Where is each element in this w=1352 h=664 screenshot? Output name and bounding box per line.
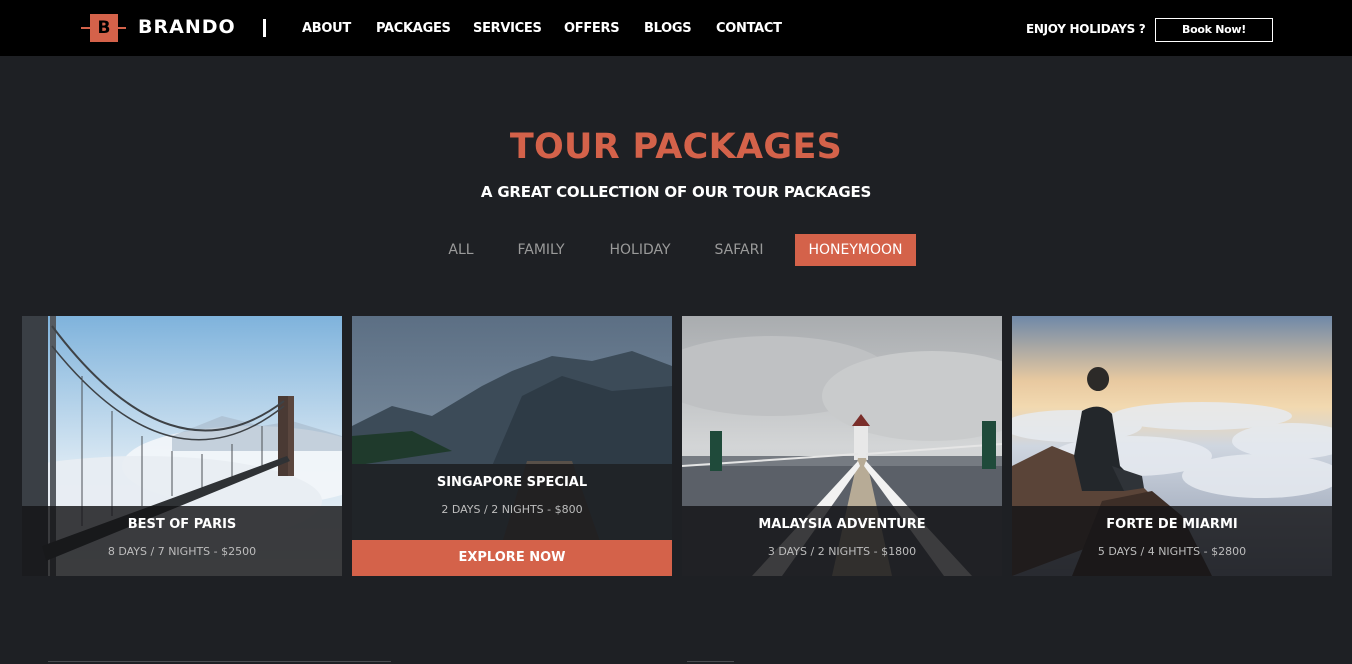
- logo-mark[interactable]: B: [90, 14, 118, 42]
- footer-divider-right: [687, 661, 734, 662]
- nav-link-offers[interactable]: OFFERS: [564, 21, 620, 36]
- explore-now-button[interactable]: EXPLORE NOW: [352, 540, 672, 576]
- package-name: FORTE DE MIARMI: [1106, 517, 1238, 532]
- nav-link-contact[interactable]: CONTACT: [716, 21, 782, 36]
- brand-divider: [263, 19, 266, 37]
- book-now-button[interactable]: Book Now!: [1155, 18, 1273, 42]
- card-caption: MALAYSIA ADVENTURE 3 DAYS / 2 NIGHTS - $…: [682, 506, 1002, 576]
- card-caption: FORTE DE MIARMI 5 DAYS / 4 NIGHTS - $280…: [1012, 506, 1332, 576]
- logo-line-right: [118, 27, 126, 29]
- nav-link-packages[interactable]: PACKAGES: [376, 21, 451, 36]
- package-card-singapore[interactable]: SINGAPORE SPECIAL 2 DAYS / 2 NIGHTS - $8…: [352, 316, 672, 576]
- nav-link-blogs[interactable]: BLOGS: [644, 21, 692, 36]
- nav-tagline: ENJOY HOLIDAYS ?: [1026, 22, 1146, 36]
- package-card-miarmi[interactable]: FORTE DE MIARMI 5 DAYS / 4 NIGHTS - $280…: [1012, 316, 1332, 576]
- package-name: BEST OF PARIS: [127, 517, 237, 532]
- package-details: 5 DAYS / 4 NIGHTS - $2800: [1097, 545, 1247, 558]
- filter-safari[interactable]: SAFARI: [706, 234, 772, 266]
- section-subtitle: A GREAT COLLECTION OF OUR TOUR PACKAGES: [480, 183, 872, 201]
- nav-link-about[interactable]: ABOUT: [302, 21, 351, 36]
- nav-link-services[interactable]: SERVICES: [473, 21, 542, 36]
- filter-honeymoon[interactable]: HONEYMOON: [795, 234, 916, 266]
- brand-name[interactable]: BRANDO: [138, 16, 236, 38]
- package-name: SINGAPORE SPECIAL: [436, 475, 588, 490]
- section-title: TOUR PACKAGES: [509, 127, 843, 167]
- logo-line-left: [81, 27, 90, 29]
- filter-holiday[interactable]: HOLIDAY: [600, 234, 680, 266]
- footer-divider-left: [48, 661, 391, 662]
- top-navbar: B BRANDO ABOUT PACKAGES SERVICES OFFERS …: [0, 0, 1352, 56]
- package-details: 3 DAYS / 2 NIGHTS - $1800: [767, 545, 917, 558]
- package-card-paris[interactable]: BEST OF PARIS 8 DAYS / 7 NIGHTS - $2500: [22, 316, 342, 576]
- package-name: MALAYSIA ADVENTURE: [758, 517, 926, 532]
- package-card-malaysia[interactable]: MALAYSIA ADVENTURE 3 DAYS / 2 NIGHTS - $…: [682, 316, 1002, 576]
- card-caption: BEST OF PARIS 8 DAYS / 7 NIGHTS - $2500: [22, 506, 342, 576]
- package-details: 8 DAYS / 7 NIGHTS - $2500: [107, 545, 257, 558]
- filter-all[interactable]: ALL: [440, 234, 482, 266]
- filter-family[interactable]: FAMILY: [507, 234, 575, 266]
- package-details: 2 DAYS / 2 NIGHTS - $800: [441, 503, 583, 516]
- card-caption: SINGAPORE SPECIAL 2 DAYS / 2 NIGHTS - $8…: [352, 464, 672, 540]
